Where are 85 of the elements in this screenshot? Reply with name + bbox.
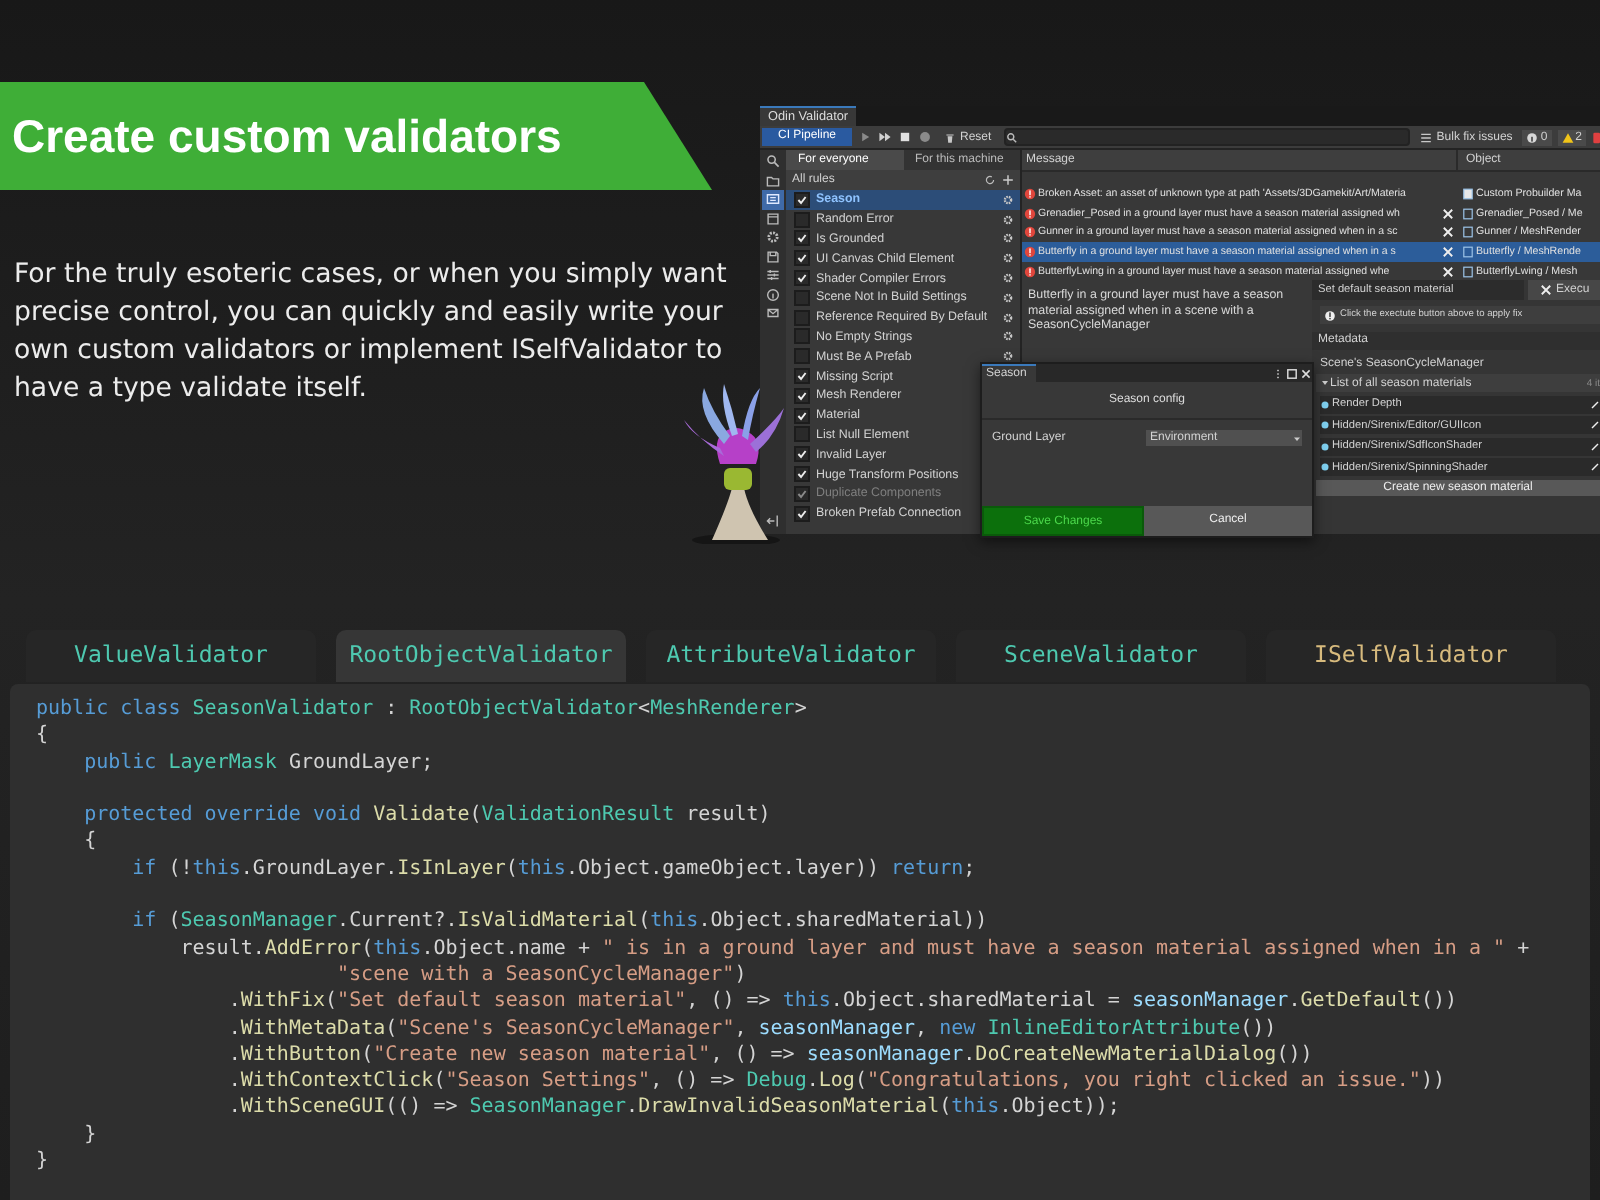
- checkbox[interactable]: [794, 230, 810, 247]
- checkbox[interactable]: [794, 407, 810, 424]
- gear-icon[interactable]: [1002, 213, 1014, 226]
- checkbox[interactable]: [794, 348, 810, 365]
- code-line: if (!this.GroundLayer.IsInLayer(this.Object.gameObject.layer)) return;: [130, 855, 978, 883]
- list-icon[interactable]: [762, 190, 784, 209]
- gear-icon[interactable]: [1002, 232, 1014, 245]
- code-line: protected override void Validate(ValidationResult result): [82, 802, 773, 829]
- code-line: result.AddError(this.Object.name + " is in a ground layer and must have a season material assigned when in a " +: [178, 935, 1532, 962]
- code-line: .WithMetaData("Scene's SeasonCycleManager", seasonManager, new InlineEditorAttribute()): [226, 1015, 1279, 1042]
- maximize-icon[interactable]: [1286, 367, 1298, 379]
- checkbox[interactable]: [794, 289, 810, 306]
- code-line: public LayerMask GroundLayer;: [82, 749, 436, 776]
- code-line: if (SeasonManager.Current?.IsValidMaterial(this.Object.sharedMaterial)): [130, 908, 990, 936]
- gear-icon[interactable]: [1002, 252, 1014, 265]
- search-icon: [1005, 131, 1018, 143]
- code-tab[interactable]: RootObjectValidator: [336, 630, 626, 682]
- code-line: {: [82, 828, 99, 856]
- checkbox[interactable]: [794, 446, 810, 463]
- trash-icon: [944, 131, 957, 143]
- gear-icon[interactable]: [1002, 193, 1014, 206]
- info-icon: [1526, 131, 1539, 143]
- code-line: "scene with a SeasonCycleManager"): [335, 961, 749, 989]
- gear-icon[interactable]: [1002, 311, 1014, 324]
- step-icon[interactable]: [878, 130, 893, 144]
- play-icon[interactable]: [858, 130, 873, 144]
- code-tab[interactable]: ValueValidator: [26, 630, 316, 682]
- record-icon[interactable]: [918, 130, 933, 144]
- checkbox[interactable]: [794, 426, 810, 443]
- checkbox[interactable]: [794, 211, 810, 228]
- tools-icon[interactable]: [1442, 245, 1454, 258]
- gear-icon[interactable]: [1002, 350, 1014, 363]
- checkbox[interactable]: [794, 505, 810, 522]
- close-icon[interactable]: [1300, 367, 1312, 379]
- code-tab[interactable]: AttributeValidator: [646, 630, 936, 682]
- checkbox[interactable]: [794, 270, 810, 287]
- gear-icon[interactable]: [1002, 330, 1014, 343]
- refresh-icon[interactable]: [984, 174, 996, 186]
- code-line: .WithSceneGUI(() => SeasonManager.DrawInvalidSeasonMaterial(this.Object));: [226, 1094, 1122, 1122]
- tools-icon[interactable]: [1442, 226, 1454, 239]
- intro-paragraph: For the truly esoteric cases, or when you simply want precise control, you can quickly and easily write your own custom validators or implement ISelfValidator to have a type validate itself.: [14, 258, 729, 408]
- info-icon[interactable]: [762, 285, 784, 304]
- gear-icon[interactable]: [1002, 272, 1014, 285]
- checkbox[interactable]: [794, 191, 810, 208]
- caret-icon: [1320, 378, 1330, 389]
- code-line: .WithFix("Set default season material", () => this.Object.sharedMaterial = seasonManager.GetDefault()): [226, 988, 1460, 1016]
- error-icon[interactable]: [1592, 129, 1600, 145]
- collapse-icon[interactable]: [766, 514, 780, 528]
- gear-icon[interactable]: [1002, 291, 1014, 304]
- checkbox[interactable]: [794, 328, 810, 345]
- code-line: .WithContextClick("Season Settings", () => Debug.Log("Congratulations, you right clicked an issue.")): [226, 1068, 1447, 1095]
- folder-icon[interactable]: [762, 171, 784, 190]
- code-line: }: [36, 1148, 51, 1175]
- checkbox[interactable]: [794, 368, 810, 385]
- stop-icon[interactable]: [898, 130, 913, 144]
- tools-icon: [1540, 284, 1552, 297]
- list-icon: [1420, 131, 1433, 143]
- checkbox[interactable]: [794, 250, 810, 267]
- add-icon[interactable]: [1002, 174, 1014, 186]
- error-icon: [1024, 265, 1036, 278]
- error-icon: [1024, 207, 1036, 220]
- caret-icon: [1292, 433, 1302, 443]
- code-tab[interactable]: ISelfValidator: [1266, 630, 1556, 682]
- code-line: .WithButton("Create new season material", () => seasonManager.DoCreateNewMaterialDialog()): [226, 1041, 1315, 1069]
- warning-icon: [1561, 131, 1574, 143]
- mail-icon[interactable]: [762, 304, 784, 323]
- error-icon: [1024, 226, 1036, 239]
- tools-icon[interactable]: [1442, 207, 1454, 220]
- error-icon: [1024, 245, 1036, 258]
- search-icon[interactable]: [762, 152, 784, 171]
- page-title: Create custom validators: [12, 109, 562, 163]
- document-icon: [1462, 187, 1474, 200]
- code-line: public class SeasonValidator : RootObjectValidator<MeshRenderer>: [36, 696, 809, 723]
- checkbox[interactable]: [794, 466, 810, 483]
- code-line: {: [36, 722, 51, 750]
- sliders-icon[interactable]: [762, 266, 784, 285]
- search-field[interactable]: [1003, 128, 1411, 146]
- tools-icon[interactable]: [1442, 265, 1454, 278]
- code-tab[interactable]: SceneValidator: [956, 630, 1246, 682]
- error-icon: [1024, 187, 1036, 200]
- checkbox[interactable]: [794, 387, 810, 404]
- checkbox[interactable]: [794, 309, 810, 326]
- gear-icon[interactable]: [762, 228, 784, 247]
- window-icon[interactable]: [762, 209, 784, 228]
- code-line: }: [82, 1121, 99, 1149]
